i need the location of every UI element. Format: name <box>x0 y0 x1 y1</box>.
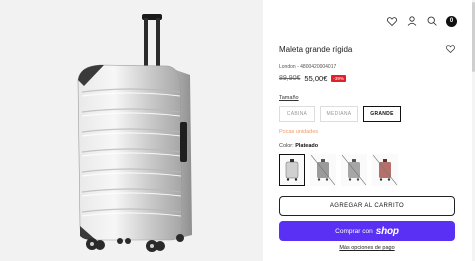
shop-pay-label: Comprar con <box>335 227 373 235</box>
swatch-gris[interactable] <box>310 154 336 186</box>
search-icon[interactable] <box>426 15 438 27</box>
swatch-rosa[interactable] <box>372 154 398 186</box>
swatch-plateado[interactable] <box>279 154 305 186</box>
product-info-panel: Maleta grande rígida London - 4800420004… <box>279 40 455 251</box>
shop-logo: shop <box>375 225 399 237</box>
title-row: Maleta grande rígida <box>279 40 455 58</box>
size-label: Tamaño <box>279 95 299 101</box>
size-option-grande[interactable]: GRANDE <box>363 106 401 122</box>
swatch-gris-oscuro[interactable] <box>341 154 367 186</box>
header-icons: 0 <box>386 15 457 27</box>
color-swatches <box>279 154 455 186</box>
size-option-cabina[interactable]: CABINA <box>279 106 315 122</box>
sale-price: 55,00€ <box>304 74 328 83</box>
size-selector: CABINA MEDIANA GRANDE <box>279 106 455 122</box>
shop-pay-button[interactable]: Comprar con shop <box>279 221 455 241</box>
suitcase-image <box>77 14 192 252</box>
cart-icon[interactable]: 0 <box>446 15 457 27</box>
color-label: Color: <box>279 143 294 149</box>
size-option-mediana[interactable]: MEDIANA <box>320 106 358 122</box>
product-sku: London - 4800420004017 <box>279 64 337 70</box>
heart-icon[interactable] <box>386 15 398 27</box>
stock-status: Pocas unidades <box>279 129 319 135</box>
price-row: 89,90€ 55,00€ -39% <box>279 74 455 83</box>
color-selected: Plateado <box>295 143 319 149</box>
add-to-cart-button[interactable]: AGREGAR AL CARRITO <box>279 196 455 216</box>
more-payment-options-link[interactable]: Más opciones de pago <box>279 245 455 251</box>
discount-badge: -39% <box>331 75 346 82</box>
old-price: 89,90€ <box>279 75 301 82</box>
product-image-gallery[interactable] <box>0 0 263 261</box>
color-line: Color: Plateado <box>279 143 455 149</box>
wishlist-heart-icon[interactable] <box>446 40 455 58</box>
user-icon[interactable] <box>406 15 418 27</box>
product-title: Maleta grande rígida <box>279 44 353 54</box>
